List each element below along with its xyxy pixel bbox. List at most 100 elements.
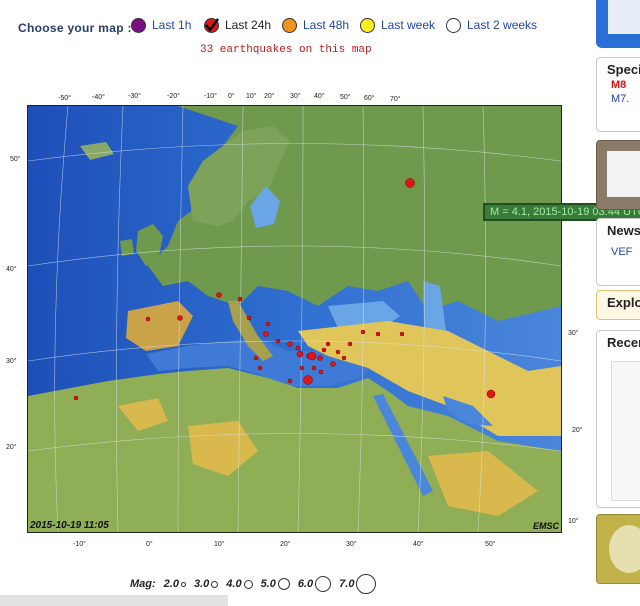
sidebar-top-banner[interactable] [596,0,640,48]
special-title: Speci [607,62,640,77]
map-timestamp: 2015-10-19 11:05 [30,520,109,531]
quake-marker[interactable] [405,178,415,188]
lon-top-label: -30° [128,93,141,100]
mag-item: 3.0 [193,578,219,590]
lon-top-label: 40° [314,93,325,100]
yellow-dot-icon [360,17,375,33]
lon-top-label: -10° [204,93,217,100]
recent-box: Recen [596,330,640,508]
recent-title: Recen [607,335,640,350]
option-last-48h-label: Last 48h [303,18,350,32]
quake-marker[interactable] [237,296,243,302]
poster-thumbnail[interactable] [596,140,640,210]
mag-item: 5.0 [261,578,290,590]
quake-marker[interactable] [216,292,222,298]
quake-marker[interactable] [253,355,259,361]
quake-marker[interactable] [318,369,324,375]
lat-label: 30° [568,330,579,337]
option-last-1h-label: Last 1h [152,18,192,32]
emsc-credit: EMSC [532,521,559,531]
quake-marker[interactable] [375,331,381,337]
horizontal-scrollbar[interactable] [0,595,228,606]
quake-marker[interactable] [335,349,341,355]
magnitude-legend: Mag: 2.0 3.0 4.0 5.0 6.0 7.0 [130,572,384,596]
quake-marker[interactable] [299,365,305,371]
lon-label: -10° [73,541,86,548]
lon-top-label: 0° [228,93,235,100]
quake-marker[interactable] [295,345,301,351]
lon-top-label: -20° [167,93,180,100]
quake-marker[interactable] [257,365,263,371]
quake-marker[interactable] [303,375,313,385]
quake-marker[interactable] [307,351,317,361]
lat-label: 20° [572,427,583,434]
quake-marker[interactable] [330,361,336,367]
mag-value: 3.0 [193,578,210,590]
quake-marker[interactable] [265,321,271,327]
magnitude-legend-label: Mag: [130,578,156,590]
quake-marker[interactable] [317,355,323,361]
quake-marker[interactable] [311,365,317,371]
quake-marker[interactable] [287,341,293,347]
choose-map-label: Choose your map : [18,21,132,35]
option-last-48h[interactable]: Last 48h [282,15,349,35]
news-item-link[interactable]: VEF [597,246,640,258]
lon-label: 30° [346,541,357,548]
quake-marker[interactable] [341,355,347,361]
promo-banner[interactable] [596,514,640,584]
special-item-link[interactable]: M8 [597,79,640,91]
sidebar: Speci M8 M7. News VEF Explo Recen [596,0,640,606]
earthquake-map[interactable]: 2015-10-19 11:05 EMSC [27,105,562,533]
quake-marker[interactable] [275,338,281,344]
mag-item: 7.0 [339,574,377,594]
special-item-link[interactable]: M7. [597,93,640,105]
option-last-24h[interactable]: Last 24h [204,15,271,35]
quake-marker[interactable] [177,315,183,321]
mag-circle-icon [211,580,219,588]
quake-marker[interactable] [145,316,151,322]
lat-label: 50° [10,156,21,163]
orange-dot-icon [282,17,297,33]
checkmark-icon [205,17,219,32]
quake-marker[interactable] [246,315,252,321]
quake-marker[interactable] [321,347,327,353]
lon-label: 20° [280,541,291,548]
quake-marker[interactable] [287,378,293,384]
banner-image [608,0,640,34]
quake-marker[interactable] [486,389,496,399]
earthquake-count: 33 earthquakes on this map [200,44,372,56]
lat-label: 20° [6,444,17,451]
lon-top-label: 20° [264,93,275,100]
mag-item: 2.0 [164,578,186,590]
quake-marker[interactable] [347,341,353,347]
quake-marker[interactable] [73,395,79,401]
quake-marker[interactable] [399,331,405,337]
mag-circle-icon [315,576,332,592]
lat-label: 10° [568,518,579,525]
promo-image [609,525,640,573]
purple-dot-icon [131,17,146,33]
poster-image [607,151,640,197]
red-dot-checked-icon [204,17,219,33]
lon-label: 40° [413,541,424,548]
news-title: News [607,223,640,238]
quake-marker[interactable] [360,329,366,335]
quake-marker[interactable] [263,331,269,337]
option-last-1h[interactable]: Last 1h [131,15,191,35]
mag-item: 4.0 [226,578,253,590]
option-last-2-weeks[interactable]: Last 2 weeks [446,15,537,35]
mag-circle-icon [243,579,253,589]
special-box: Speci M8 M7. [596,57,640,132]
lat-label: 30° [6,358,17,365]
lon-top-label: 10° [246,93,257,100]
white-dot-icon [446,17,461,33]
quake-marker[interactable] [296,350,304,358]
lon-top-label: 30° [290,93,301,100]
option-last-week[interactable]: Last week [360,15,435,35]
quake-marker[interactable] [325,341,331,347]
mag-value: 5.0 [260,578,276,590]
lon-top-label: 50° [340,94,351,101]
option-last-24h-label: Last 24h [225,18,272,32]
explore-box[interactable]: Explo [596,290,640,320]
lon-top-label: 70° [390,96,401,103]
